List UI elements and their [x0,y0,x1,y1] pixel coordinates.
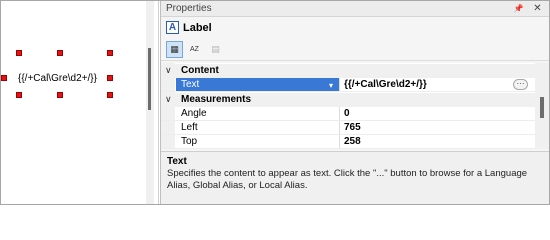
chevron-down-icon[interactable]: ∨ [165,65,174,76]
resize-handle-top-middle[interactable] [57,50,63,56]
description-pane: Text Specifies the content to appear as … [161,151,550,204]
panel-titlebar: Properties 📌 ✕ [161,1,549,17]
column-separator [339,78,340,91]
panel-title: Properties [166,3,212,14]
property-value-left[interactable]: 765 [344,122,361,133]
property-row-top[interactable]: Top 258 [161,135,535,149]
chevron-down-icon[interactable]: ∨ [165,94,174,105]
category-measurements[interactable]: ∨ Measurements [161,93,535,107]
column-separator [339,135,340,148]
close-icon[interactable]: ✕ [531,2,544,15]
category-content[interactable]: ∨ Content [161,64,535,78]
column-separator [339,121,340,134]
category-label: Content [181,65,219,76]
property-name: Left [181,122,198,133]
resize-handle-bottom-middle[interactable] [57,92,63,98]
description-title: Text [167,156,187,167]
property-grid: ∨ Content Text ▾ {{/+Cal\Gre\d2+/}} ··· … [161,63,550,149]
property-row-left[interactable]: Left 765 [161,121,535,135]
resize-handle-middle-left[interactable] [1,75,7,81]
property-value-top[interactable]: 258 [344,136,361,147]
resize-handle-top-right[interactable] [107,50,113,56]
property-name: Angle [181,108,207,119]
resize-handle-bottom-right[interactable] [107,92,113,98]
description-text: Specifies the content to appear as text.… [167,168,528,191]
property-name: Top [181,136,198,147]
dropdown-arrow-icon[interactable]: ▾ [329,81,333,90]
property-pages-icon[interactable]: ▤ [207,41,224,58]
vertical-scrollbar[interactable] [535,63,550,149]
properties-toolbar: ▦ AZ ▤ [161,39,549,61]
selected-object-name: Label [183,22,212,34]
resize-handle-top-left[interactable] [16,50,22,56]
property-value-angle[interactable]: 0 [344,108,350,119]
selected-object-header: A Label [161,18,549,38]
divider [158,1,159,204]
properties-panel: Properties 📌 ✕ A Label ▦ AZ ▤ ∨ Content … [160,1,550,204]
column-separator [339,107,340,120]
resize-handle-bottom-left[interactable] [16,92,22,98]
scrollbar-thumb[interactable] [540,97,544,118]
property-name: Text [181,79,200,90]
selected-label-element[interactable]: {{/+Cal\Gre\d2+/}} [18,73,97,84]
browse-ellipsis-button[interactable]: ··· [513,79,528,90]
resize-handle-middle-right[interactable] [107,75,113,81]
alphabetical-sort-icon[interactable]: AZ [186,41,203,58]
label-object-icon: A [166,21,179,34]
property-value-text[interactable]: {{/+Cal\Gre\d2+/}} [344,79,427,90]
categorized-view-icon[interactable]: ▦ [166,41,183,58]
category-label: Measurements [181,94,252,105]
property-row-text[interactable]: Text ▾ {{/+Cal\Gre\d2+/}} ··· [161,78,535,92]
property-row-angle[interactable]: Angle 0 [161,107,535,121]
splitter-grip[interactable] [148,48,151,110]
pin-icon[interactable]: 📌 [512,2,525,15]
design-canvas[interactable]: {{/+Cal\Gre\d2+/}} [1,1,146,204]
